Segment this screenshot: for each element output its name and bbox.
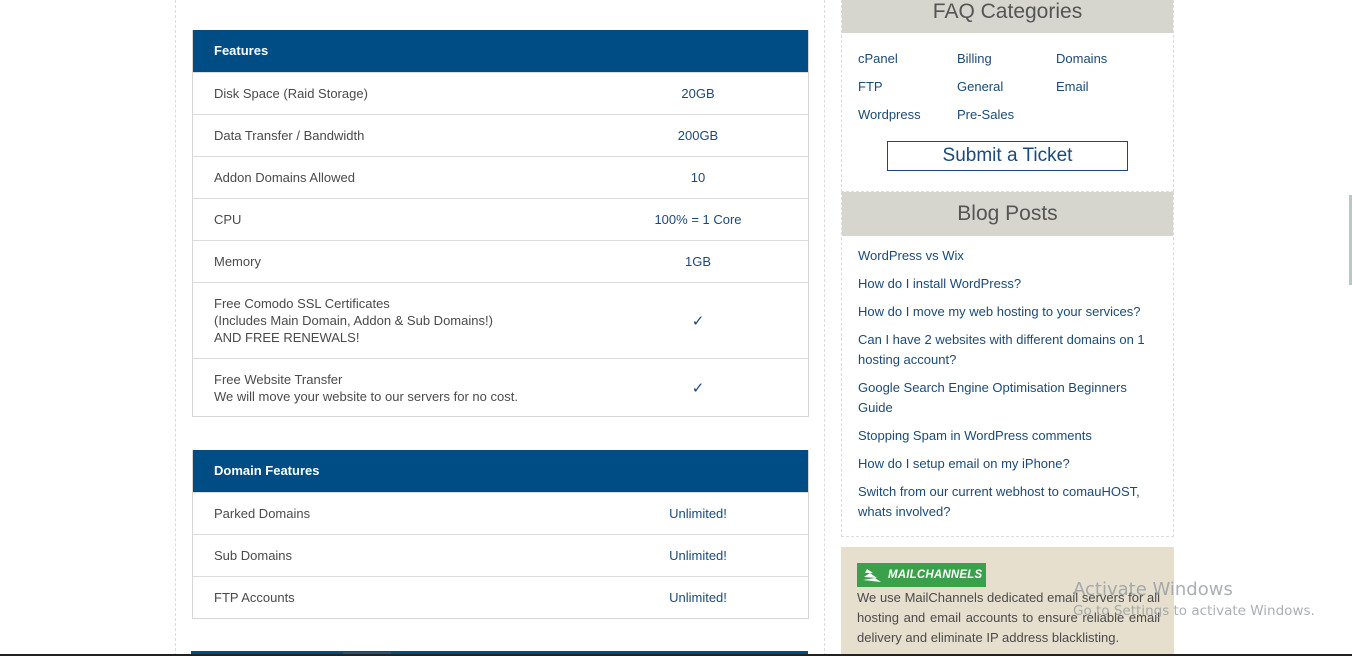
table-row: Disk Space (Raid Storage) 20GB xyxy=(193,72,808,114)
faq-categories-widget: FAQ Categories cPanel Billing Domains FT… xyxy=(841,0,1174,192)
mailchannels-description: We use MailChannels dedicated email serv… xyxy=(857,590,1160,645)
faq-category-domains[interactable]: Domains xyxy=(1056,45,1155,73)
mailchannels-logo-text: MAILCHANNELS xyxy=(888,569,983,581)
table-row: Data Transfer / Bandwidth 200GB xyxy=(193,114,808,156)
faq-category-email[interactable]: Email xyxy=(1056,73,1155,101)
blog-posts-title: Blog Posts xyxy=(842,192,1173,236)
domain-features-table-header: Domain Features xyxy=(193,450,808,492)
faq-category-pre-sales[interactable]: Pre-Sales xyxy=(957,101,1056,129)
blog-post-link[interactable]: Can I have 2 websites with different dom… xyxy=(858,330,1149,370)
faq-category-general[interactable]: General xyxy=(957,73,1056,101)
table-row: Sub Domains Unlimited! xyxy=(193,534,808,576)
mailchannels-wing-icon xyxy=(863,569,881,582)
mailchannels-widget: MAILCHANNELS We use MailChannels dedicat… xyxy=(841,547,1174,656)
feature-value: Unlimited! xyxy=(669,548,727,563)
feature-value: 20GB xyxy=(681,86,715,101)
domain-features-table: Domain Features Parked Domains Unlimited… xyxy=(192,450,809,619)
blog-post-link[interactable]: Google Search Engine Optimisation Beginn… xyxy=(858,378,1149,418)
blog-post-link[interactable]: How do I setup email on my iPhone? xyxy=(858,454,1149,474)
table-row: CPU 100% = 1 Core xyxy=(193,198,808,240)
faq-category-list: cPanel Billing Domains FTP General Email… xyxy=(842,33,1173,129)
table-row: Free Website Transfer We will move your … xyxy=(193,358,808,416)
blog-post-link[interactable]: Stopping Spam in WordPress comments xyxy=(858,426,1149,446)
faq-category-billing[interactable]: Billing xyxy=(957,45,1056,73)
feature-label: FTP Accounts xyxy=(214,590,295,605)
feature-label: Free Website Transfer We will move your … xyxy=(214,371,518,404)
faq-category-ftp[interactable]: FTP xyxy=(858,73,957,101)
feature-label: Data Transfer / Bandwidth xyxy=(214,128,365,143)
table-row: Free Comodo SSL Certificates (Includes M… xyxy=(193,282,808,358)
feature-label: Addon Domains Allowed xyxy=(214,170,355,185)
features-table: Features Disk Space (Raid Storage) 20GB … xyxy=(192,30,809,417)
features-table-header: Features xyxy=(193,30,808,72)
mailchannels-logo[interactable]: MAILCHANNELS xyxy=(857,563,987,587)
checkmark-icon: ✓ xyxy=(691,379,705,397)
faq-category-cpanel[interactable]: cPanel xyxy=(858,45,957,73)
faq-category-wordpress[interactable]: Wordpress xyxy=(858,101,957,129)
blog-post-link[interactable]: Switch from our current webhost to comau… xyxy=(858,482,1149,522)
feature-label: Sub Domains xyxy=(214,548,293,563)
faq-categories-title: FAQ Categories xyxy=(842,0,1173,33)
blog-post-link[interactable]: How do I install WordPress? xyxy=(858,274,1149,294)
feature-label: Disk Space (Raid Storage) xyxy=(214,86,368,101)
feature-value: 10 xyxy=(690,170,706,185)
feature-label: Memory xyxy=(214,254,261,269)
feature-value: ✓ xyxy=(638,312,808,330)
blog-post-link[interactable]: WordPress vs Wix xyxy=(858,246,1149,266)
table-row: Parked Domains Unlimited! xyxy=(193,492,808,534)
feature-label: Parked Domains xyxy=(214,506,311,521)
submit-ticket-button[interactable]: Submit a Ticket xyxy=(887,141,1128,171)
feature-value: 1GB xyxy=(684,254,711,269)
checkmark-icon: ✓ xyxy=(691,312,705,330)
feature-value: ✓ xyxy=(638,379,808,397)
sidebar: FAQ Categories cPanel Billing Domains FT… xyxy=(841,0,1174,656)
feature-value: 100% = 1 Core xyxy=(654,212,742,227)
feature-label: Free Comodo SSL Certificates (Includes M… xyxy=(214,296,493,345)
feature-value: 200GB xyxy=(677,128,719,143)
table-row: Addon Domains Allowed 10 xyxy=(193,156,808,198)
feature-value: Unlimited! xyxy=(669,590,727,605)
feature-value: Unlimited! xyxy=(669,506,727,521)
blog-post-link[interactable]: How do I move my web hosting to your ser… xyxy=(858,302,1149,322)
main-content-column: Features Disk Space (Raid Storage) 20GB … xyxy=(175,0,825,656)
table-row: Memory 1GB xyxy=(193,240,808,282)
blog-post-list: WordPress vs Wix How do I install WordPr… xyxy=(842,236,1173,536)
table-row: FTP Accounts Unlimited! xyxy=(193,576,808,618)
blog-posts-widget: Blog Posts WordPress vs Wix How do I ins… xyxy=(841,192,1174,537)
feature-label: CPU xyxy=(214,212,242,227)
